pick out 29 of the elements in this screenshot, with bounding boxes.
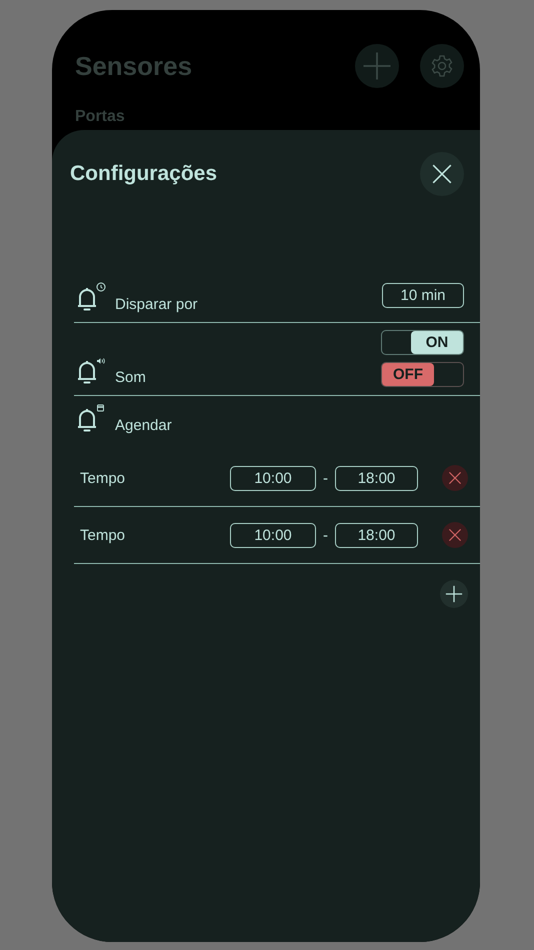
time-label: Tempo (80, 470, 126, 486)
page-title: Sensores (75, 50, 194, 82)
settings-icon (430, 54, 454, 78)
settings-button[interactable] (420, 44, 464, 88)
close-button[interactable] (420, 152, 464, 196)
toggle-switch[interactable]: ON (381, 330, 464, 355)
delete-button[interactable] (442, 465, 468, 491)
duration-field[interactable]: 10 min (382, 283, 464, 308)
section-label: Portas (75, 108, 126, 126)
time-label: Tempo (80, 526, 126, 544)
close-icon (448, 471, 462, 485)
add-time-button[interactable] (440, 580, 468, 608)
toggle-switch[interactable]: OFF (381, 362, 464, 387)
plus-icon (362, 51, 392, 81)
close-icon (431, 163, 453, 185)
start-time-field[interactable]: 10:00 (230, 466, 316, 490)
setting-label: Som (115, 369, 146, 387)
setting-label: Disparar por (115, 296, 198, 314)
end-time-field[interactable]: 18:00 (335, 522, 418, 548)
time-separator: - (322, 470, 329, 486)
time-separator: - (322, 526, 329, 544)
add-button[interactable] (355, 44, 399, 88)
start-time-field[interactable]: 10:00 (230, 522, 316, 548)
delete-button[interactable] (442, 522, 468, 548)
end-time-field[interactable]: 18:00 (335, 466, 418, 490)
plus-icon (445, 585, 463, 603)
sheet-title: Configurações (70, 162, 218, 186)
setting-label: Agendar (115, 417, 172, 435)
close-icon (448, 528, 462, 542)
